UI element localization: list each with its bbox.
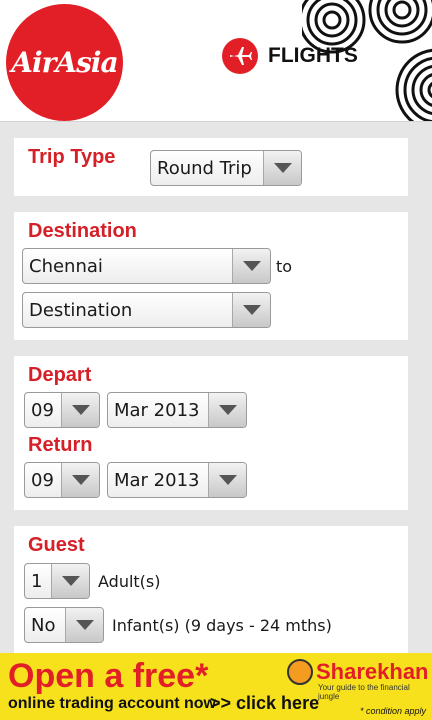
- depart-day-value: 09: [31, 399, 54, 421]
- destination-select[interactable]: Destination: [22, 292, 271, 328]
- chevron-down-icon: [61, 463, 99, 497]
- chevron-down-icon: [208, 393, 246, 427]
- depart-month-value: Mar 2013: [114, 399, 200, 421]
- adults-select[interactable]: 1: [24, 563, 90, 599]
- flights-label: FLIGHTS: [268, 44, 358, 67]
- depart-day-select[interactable]: 09: [24, 392, 100, 428]
- destination-title: Destination: [28, 220, 137, 242]
- plane-icon: [222, 38, 258, 74]
- flights-section-header[interactable]: FLIGHTS: [222, 38, 358, 74]
- ad-condition-note: * condition apply: [359, 706, 426, 716]
- airasia-logo[interactable]: AirAsia: [6, 4, 123, 121]
- guest-panel: Guest 1 Adult(s) No Infant(s) (9 days - …: [14, 526, 408, 653]
- return-day-select[interactable]: 09: [24, 462, 100, 498]
- return-day-value: 09: [31, 469, 54, 491]
- trip-type-panel: Trip Type Round Trip: [14, 138, 408, 196]
- depart-month-select[interactable]: Mar 2013: [107, 392, 247, 428]
- trip-type-title: Trip Type: [28, 146, 116, 168]
- chevron-down-icon: [51, 564, 89, 598]
- chevron-down-icon: [232, 293, 270, 327]
- return-month-select[interactable]: Mar 2013: [107, 462, 247, 498]
- ad-headline: Open a free*: [8, 657, 209, 695]
- ad-brand-tagline: Your guide to the financial jungle: [318, 683, 410, 701]
- to-label: to: [276, 257, 293, 276]
- chevron-down-icon: [232, 249, 270, 283]
- adults-label: Adult(s): [98, 572, 161, 591]
- chevron-down-icon: [61, 393, 99, 427]
- origin-value: Chennai: [29, 255, 103, 277]
- dates-panel: Depart 09 Mar 2013 Return 09 Mar 2013: [14, 356, 408, 510]
- trip-type-select[interactable]: Round Trip: [150, 150, 302, 186]
- infants-value: No: [31, 614, 56, 636]
- ad-subline: online trading account now: [8, 695, 216, 712]
- ad-click-here-link[interactable]: >> click here: [210, 693, 319, 714]
- chevron-down-icon: [208, 463, 246, 497]
- logo-text: AirAsia: [11, 46, 118, 79]
- app-header: AirAsia FLIGHTS: [0, 0, 432, 122]
- tiger-icon: [287, 659, 313, 685]
- infants-label: Infant(s) (9 days - 24 mths): [112, 616, 332, 635]
- ad-brand-name: Sharekhan: [316, 659, 429, 684]
- return-month-value: Mar 2013: [114, 469, 200, 491]
- trip-type-value: Round Trip: [157, 157, 252, 179]
- adults-value: 1: [31, 570, 43, 592]
- chevron-down-icon: [263, 151, 301, 185]
- destination-value: Destination: [29, 299, 133, 321]
- origin-select[interactable]: Chennai: [22, 248, 271, 284]
- depart-title: Depart: [28, 364, 92, 386]
- return-title: Return: [28, 434, 93, 456]
- infants-select[interactable]: No: [24, 607, 104, 643]
- ad-banner[interactable]: Open a free* online trading account now …: [0, 653, 432, 720]
- guest-title: Guest: [28, 534, 85, 556]
- destination-panel: Destination Chennai to Destination: [14, 212, 408, 340]
- chevron-down-icon: [65, 608, 103, 642]
